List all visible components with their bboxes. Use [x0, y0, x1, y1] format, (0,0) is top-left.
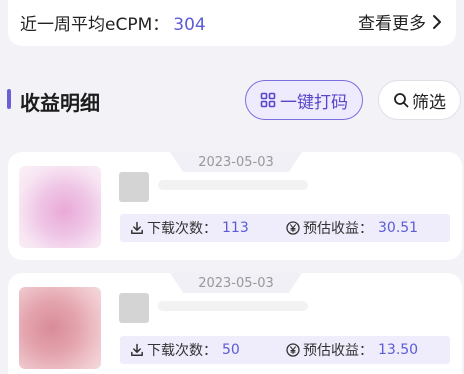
ecpm-summary: 近一周平均eCPM： 304	[20, 10, 206, 35]
income-record-card[interactable]: 2023-05-03 下载次数： 50 预估收益： 13.50	[8, 273, 462, 374]
record-thumbnail	[19, 287, 101, 369]
downloads-value: 50	[222, 342, 240, 358]
yen-coin-icon	[286, 343, 300, 357]
chevron-right-icon	[433, 14, 441, 29]
record-title-placeholder	[158, 301, 308, 311]
downloads-label: 下载次数：	[147, 221, 217, 237]
record-stats-bar: 下载次数： 113 预估收益： 30.51	[120, 214, 450, 242]
downloads-stat: 下载次数： 113	[130, 214, 249, 242]
search-icon	[394, 93, 409, 108]
section-title: 收益明细	[20, 91, 100, 115]
see-more-link[interactable]: 查看更多	[358, 9, 446, 34]
income-record-card[interactable]: 2023-05-03 下载次数： 113 预估收益： 30.51	[8, 152, 462, 260]
one-click-code-label: 一键打码	[280, 92, 348, 113]
income-details-header: 收益明细 一键打码 筛选	[0, 80, 464, 120]
filter-button[interactable]: 筛选	[378, 80, 461, 120]
download-icon	[131, 221, 143, 235]
yen-coin-icon	[286, 221, 300, 235]
downloads-stat: 下载次数： 50	[130, 336, 240, 364]
grid-icon	[260, 92, 276, 108]
ecpm-value: 304	[173, 15, 206, 35]
download-icon	[131, 343, 143, 357]
record-avatar	[119, 172, 149, 202]
income-label: 预估收益：	[303, 221, 373, 237]
section-accent-bar	[7, 89, 11, 109]
one-click-code-button[interactable]: 一键打码	[245, 80, 363, 120]
income-stat: 预估收益： 30.51	[286, 214, 418, 242]
downloads-label: 下载次数：	[147, 343, 217, 359]
record-date: 2023-05-03	[170, 152, 302, 172]
record-title-placeholder	[158, 180, 308, 190]
income-value: 30.51	[378, 220, 419, 236]
record-date: 2023-05-03	[170, 273, 302, 293]
income-label: 预估收益：	[303, 343, 373, 359]
income-value: 13.50	[378, 342, 419, 358]
ecpm-summary-card: 近一周平均eCPM： 304 查看更多	[8, 0, 456, 46]
income-stat: 预估收益： 13.50	[286, 336, 418, 364]
record-thumbnail	[19, 166, 101, 248]
see-more-label: 查看更多	[358, 14, 426, 34]
filter-label: 筛选	[412, 92, 446, 113]
ecpm-label: 近一周平均eCPM：	[20, 15, 170, 35]
record-avatar	[119, 293, 149, 323]
record-stats-bar: 下载次数： 50 预估收益： 13.50	[120, 336, 450, 364]
downloads-value: 113	[222, 220, 249, 236]
